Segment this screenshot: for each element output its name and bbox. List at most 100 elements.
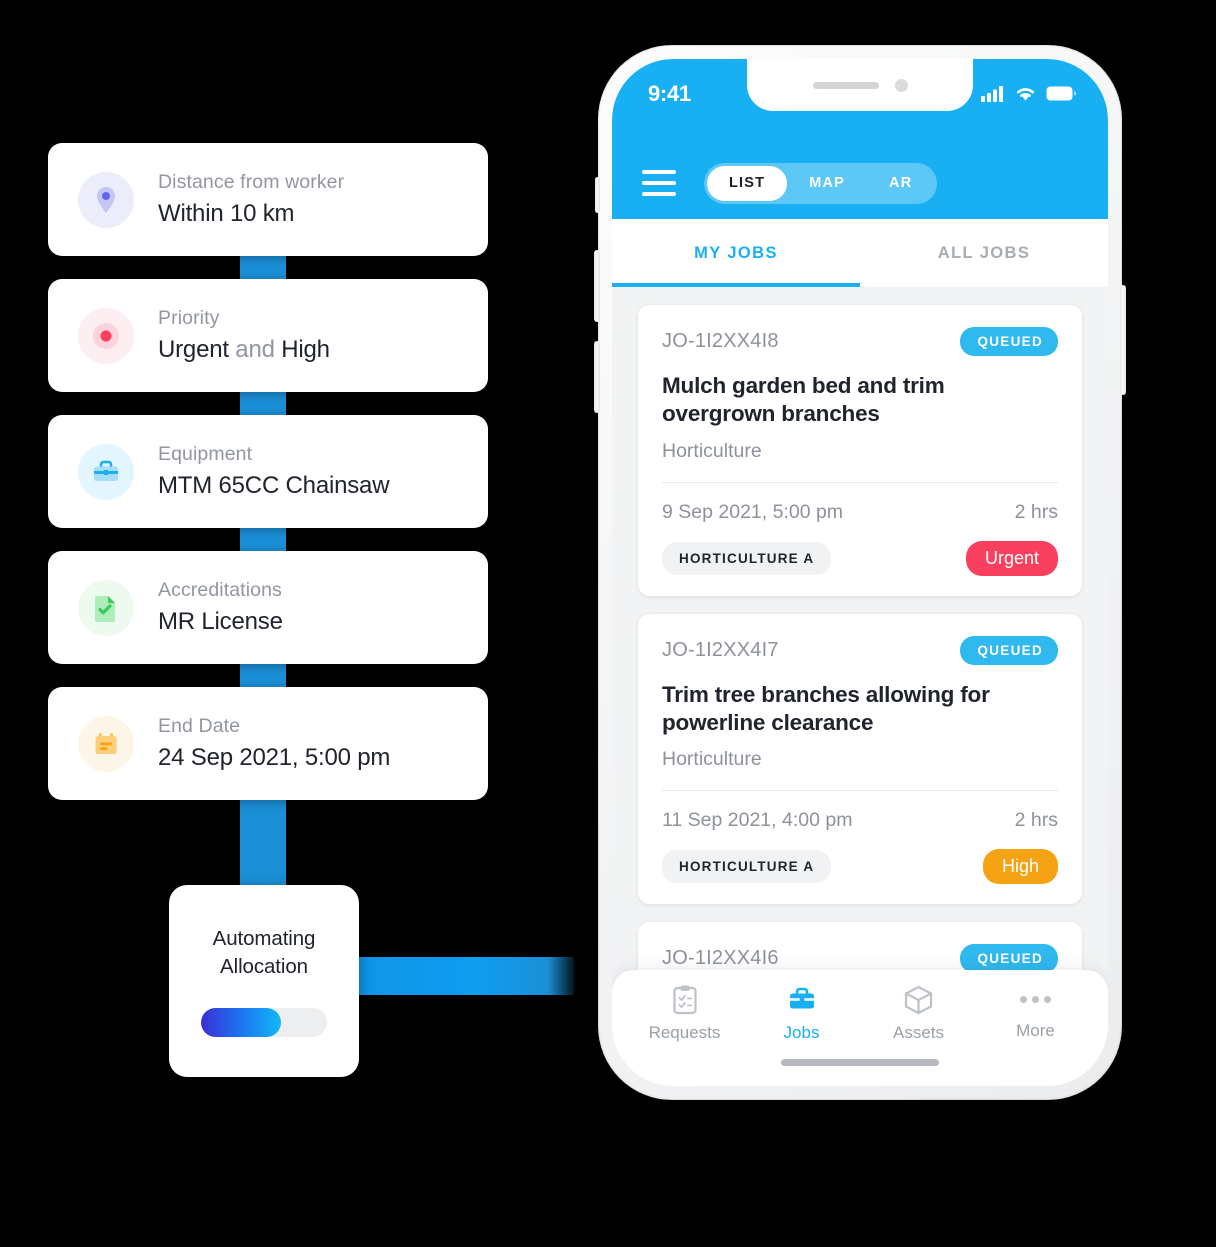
criteria-text-accreditations: Accreditations MR License	[158, 578, 283, 636]
criteria-label: End Date	[158, 715, 241, 738]
automation-toggle-switch[interactable]	[201, 1007, 327, 1037]
automation-title-line-2: Allocation	[220, 954, 308, 978]
automating-allocation-title: Automating Allocation	[213, 925, 316, 979]
status-bar-clock: 9:41	[648, 81, 691, 106]
priority-target-icon	[78, 307, 134, 364]
automating-allocation-panel: Automating Allocation	[169, 885, 359, 1077]
app-screen: 9:41 LIST MAP AR MY JOBS ALL JOBS JO-1I2…	[612, 59, 1108, 1086]
criteria-label: Equipment	[158, 443, 253, 466]
nav-item-assets[interactable]: Assets	[860, 984, 977, 1043]
phone-volume-down-button[interactable]	[594, 341, 600, 413]
tab-my-jobs[interactable]: MY JOBS	[612, 219, 860, 287]
job-card[interactable]: JO-1I2XX4I8 QUEUED Mulch garden bed and …	[638, 305, 1082, 596]
job-card-header: JO-1I2XX4I8 QUEUED	[662, 327, 1058, 356]
home-indicator[interactable]	[781, 1059, 939, 1066]
criteria-text-priority: Priority Urgent and High	[158, 306, 330, 364]
criteria-card-accreditations[interactable]: Accreditations MR License	[48, 551, 488, 664]
divider	[662, 790, 1058, 792]
nav-item-more[interactable]: More	[977, 984, 1094, 1043]
criteria-text-equipment: Equipment MTM 65CC Chainsaw	[158, 442, 390, 500]
earpiece-speaker	[812, 81, 879, 89]
job-id: JO-1I2XX4I7	[662, 638, 779, 661]
ellipsis-icon	[1020, 984, 1051, 1014]
divider	[662, 481, 1058, 483]
connector-to-phone	[356, 957, 574, 995]
document-check-icon	[78, 579, 134, 636]
criteria-text-distance: Distance from worker Within 10 km	[158, 170, 344, 228]
job-date: 9 Sep 2021, 5:00 pm	[662, 500, 844, 523]
job-category: Horticulture	[662, 439, 762, 462]
phone-device-frame: 9:41 LIST MAP AR MY JOBS ALL JOBS JO-1I2…	[594, 45, 1126, 1100]
nav-item-requests[interactable]: Requests	[626, 984, 743, 1043]
team-chip: HORTICULTURE A	[662, 850, 832, 884]
phone-volume-up-button[interactable]	[594, 250, 600, 322]
hamburger-menu-icon[interactable]	[642, 170, 676, 196]
criteria-card-equipment[interactable]: Equipment MTM 65CC Chainsaw	[48, 415, 488, 528]
criteria-card-end-date[interactable]: End Date 24 Sep 2021, 5:00 pm	[48, 687, 488, 800]
criteria-card-distance[interactable]: Distance from worker Within 10 km	[48, 143, 488, 256]
tab-all-jobs[interactable]: ALL JOBS	[860, 219, 1108, 287]
toolbox-icon	[78, 443, 134, 500]
job-tags: HORTICULTURE A High	[662, 849, 1058, 885]
battery-icon	[1046, 86, 1076, 101]
criteria-value: MR License	[158, 607, 283, 635]
phone-notch	[747, 59, 973, 111]
segment-map[interactable]: MAP	[787, 166, 867, 201]
job-schedule: 9 Sep 2021, 5:00 pm 2 hrs	[662, 501, 1058, 524]
phone-power-button[interactable]	[1120, 285, 1126, 395]
status-badge: QUEUED	[960, 327, 1058, 356]
canvas: Distance from worker Within 10 km Priori…	[0, 0, 1216, 1247]
job-list[interactable]: JO-1I2XX4I8 QUEUED Mulch garden bed and …	[612, 287, 1108, 1086]
nav-label: Assets	[892, 1023, 945, 1042]
nav-item-jobs[interactable]: Jobs	[743, 984, 860, 1043]
job-duration: 2 hrs	[1014, 500, 1058, 523]
cube-icon	[904, 985, 933, 1015]
automation-title-line-1: Automating	[212, 927, 316, 951]
criteria-card-priority[interactable]: Priority Urgent and High	[48, 279, 488, 392]
team-chip: HORTICULTURE A	[662, 541, 832, 575]
location-pin-icon	[78, 171, 134, 228]
job-date: 11 Sep 2021, 4:00 pm	[662, 809, 853, 832]
bottom-nav-items: Requests Jobs Assets More	[612, 970, 1108, 1043]
criteria-label: Priority	[158, 307, 220, 330]
job-category: Horticulture	[662, 748, 762, 771]
job-title: Trim tree branches allowing for powerlin…	[662, 681, 990, 736]
criteria-label: Accreditations	[158, 579, 282, 602]
job-title: Mulch garden bed and trim overgrown bran…	[662, 373, 945, 427]
nav-label: More	[1016, 1021, 1055, 1040]
clipboard-icon	[672, 985, 697, 1015]
segment-list[interactable]: LIST	[707, 165, 788, 201]
criteria-text-end-date: End Date 24 Sep 2021, 5:00 pm	[158, 714, 390, 772]
job-card[interactable]: JO-1I2XX4I7 QUEUED Trim tree branches al…	[638, 613, 1082, 905]
calendar-icon	[78, 715, 134, 772]
priority-chip: Urgent	[965, 540, 1058, 576]
priority-value-second: High	[281, 335, 330, 363]
jobs-tab-bar: MY JOBS ALL JOBS	[612, 219, 1108, 287]
criteria-value: Within 10 km	[158, 199, 295, 227]
front-camera	[894, 78, 908, 92]
phone-mute-switch[interactable]	[595, 177, 600, 213]
criteria-value: 24 Sep 2021, 5:00 pm	[158, 743, 391, 771]
status-badge: QUEUED	[960, 635, 1058, 665]
allocation-criteria-list: Distance from worker Within 10 km Priori…	[48, 143, 488, 938]
priority-value-first: Urgent	[158, 335, 229, 363]
wifi-icon	[1017, 88, 1034, 101]
job-schedule: 11 Sep 2021, 4:00 pm 2 hrs	[662, 809, 1058, 832]
status-bar: 9:41	[612, 59, 1108, 147]
segment-ar[interactable]: AR	[867, 166, 934, 201]
priority-chip: High	[982, 849, 1058, 885]
briefcase-icon	[789, 987, 814, 1009]
phone-screen-bezel: 9:41 LIST MAP AR MY JOBS ALL JOBS JO-1I2…	[612, 59, 1108, 1086]
automating-allocation-card[interactable]: Automating Allocation	[169, 885, 359, 1077]
criteria-value: Urgent and High	[158, 336, 330, 365]
job-duration: 2 hrs	[1014, 809, 1058, 832]
view-mode-segmented-control: LIST MAP AR	[704, 162, 938, 204]
app-bar: LIST MAP AR	[612, 147, 1108, 219]
bottom-navigation-bar: Requests Jobs Assets More	[612, 970, 1108, 1086]
nav-label: Jobs	[783, 1023, 820, 1042]
criteria-value: MTM 65CC Chainsaw	[158, 471, 390, 499]
automation-toggle-knob[interactable]	[201, 1007, 281, 1037]
cellular-signal-icon	[981, 86, 1003, 102]
nav-label: Requests	[648, 1023, 721, 1042]
priority-value-conjunction: and	[228, 335, 282, 363]
